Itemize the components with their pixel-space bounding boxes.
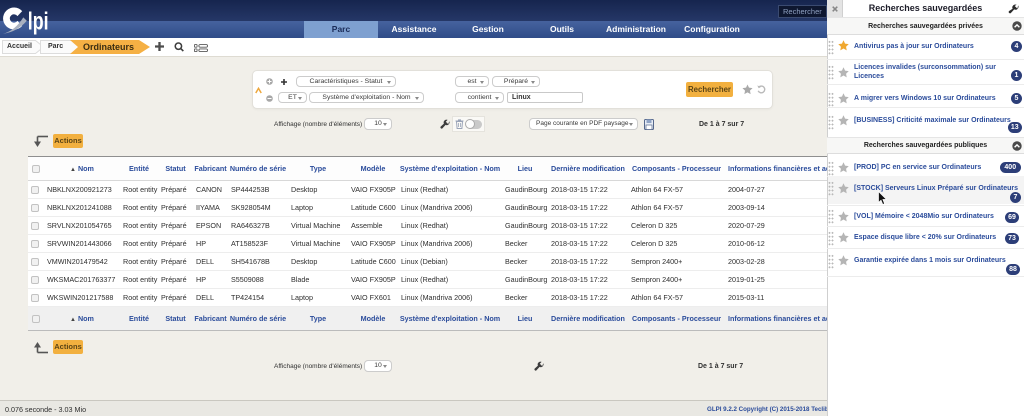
svg-text:lpi: lpi — [28, 6, 49, 35]
